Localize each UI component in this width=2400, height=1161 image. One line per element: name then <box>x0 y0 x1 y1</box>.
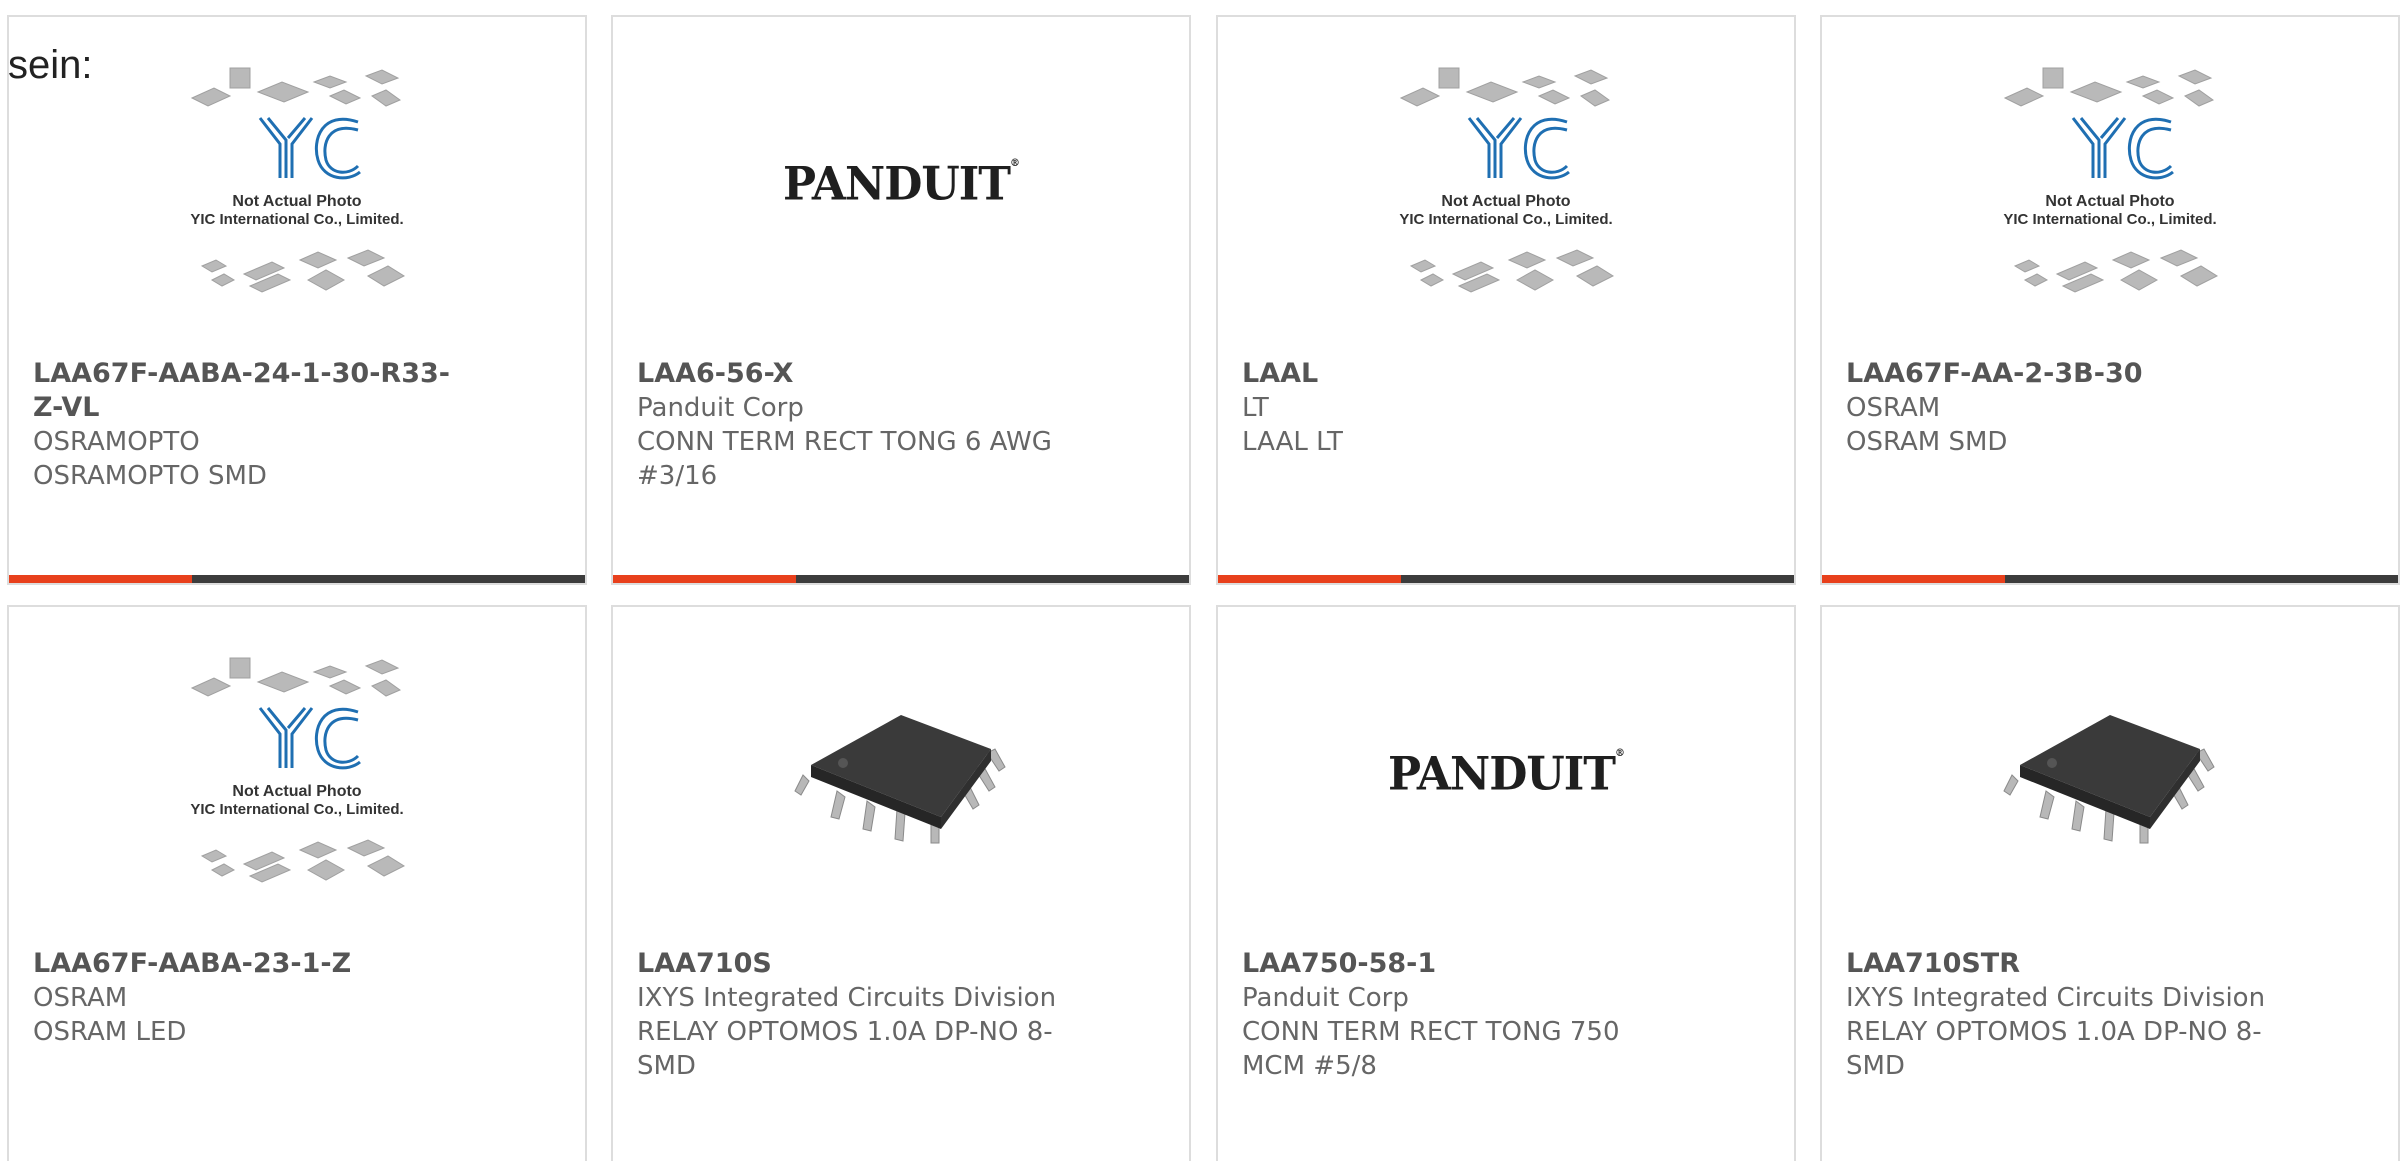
product-part-number[interactable]: LAA67F-AA-2-3B-30 <box>1846 357 2286 391</box>
placeholder-line2: YIC International Co., Limited. <box>2003 211 2216 228</box>
product-manufacturer: OSRAMOPTO <box>33 427 200 457</box>
product-image[interactable] <box>613 607 1189 942</box>
product-description: OSRAMOPTO SMD <box>33 461 267 491</box>
product-card[interactable]: Not Actual Photo YIC International Co., … <box>7 15 587 585</box>
card-bottom-bar <box>1218 575 1794 583</box>
product-manufacturer: OSRAM <box>33 983 128 1013</box>
placeholder-line2: YIC International Co., Limited. <box>1399 211 1612 228</box>
product-card[interactable]: LAA710STR IXYS Integrated Circuits Divisi… <box>1820 605 2400 1161</box>
product-description: OSRAM SMD <box>1846 427 2008 457</box>
product-info: LAA67F-AA-2-3B-30 OSRAM OSRAM SMD <box>1846 357 2286 459</box>
card-bottom-bar <box>1822 575 2398 583</box>
product-card[interactable]: Not Actual Photo YIC International Co., … <box>1820 15 2400 585</box>
product-manufacturer: Panduit Corp <box>1242 983 1409 1013</box>
product-card[interactable]: PANDUIT® LAA750-58-1 Panduit Corp CONN TER… <box>1216 605 1796 1161</box>
product-image[interactable]: PANDUIT® <box>1218 607 1794 942</box>
page-text-fragment: sein: <box>8 43 93 87</box>
product-card[interactable]: Not Actual Photo YIC International Co., … <box>7 605 587 1161</box>
panduit-logo-text: PANDUIT <box>782 157 1011 212</box>
product-part-number[interactable]: LAA710S <box>637 947 1077 981</box>
placeholder-line1: Not Actual Photo <box>2045 193 2174 210</box>
panduit-logo: PANDUIT® <box>1387 747 1625 802</box>
yic-placeholder-image: Not Actual Photo YIC International Co., … <box>1399 67 1615 293</box>
yic-placeholder-image: Not Actual Photo YIC International Co., … <box>190 67 406 293</box>
product-description: RELAY OPTOMOS 1.0A DP-NO 8-SMD <box>1846 1017 2262 1081</box>
product-image[interactable]: Not Actual Photo YIC International Co., … <box>9 607 585 942</box>
product-image[interactable]: Not Actual Photo YIC International Co., … <box>1822 17 2398 352</box>
product-manufacturer: LT <box>1242 393 1269 423</box>
panduit-logo: PANDUIT® <box>782 157 1020 212</box>
placeholder-line1: Not Actual Photo <box>1441 193 1570 210</box>
product-description: RELAY OPTOMOS 1.0A DP-NO 8-SMD <box>637 1017 1053 1081</box>
product-part-number[interactable]: LAA750-58-1 <box>1242 947 1682 981</box>
product-info: LAA67F-AABA-23-1-Z OSRAM OSRAM LED <box>33 947 473 1049</box>
product-description: CONN TERM RECT TONG 750 MCM #5/8 <box>1242 1017 1620 1081</box>
card-bottom-bar <box>9 575 585 583</box>
card-bottom-bar <box>613 575 1189 583</box>
yic-placeholder-image: Not Actual Photo YIC International Co., … <box>2003 67 2219 293</box>
card-bottom-bar-accent <box>1218 575 1401 583</box>
ic-chip-image <box>2003 714 2215 843</box>
product-manufacturer: IXYS Integrated Circuits Division <box>1846 983 2266 1013</box>
yic-placeholder-image: Not Actual Photo YIC International Co., … <box>190 657 406 883</box>
card-bottom-bar-accent <box>1822 575 2005 583</box>
placeholder-line1: Not Actual Photo <box>232 193 361 210</box>
placeholder-line1: Not Actual Photo <box>232 783 361 800</box>
product-manufacturer: OSRAM <box>1846 393 1941 423</box>
product-image[interactable]: Not Actual Photo YIC International Co., … <box>1218 17 1794 352</box>
product-description: LAAL LT <box>1242 427 1343 457</box>
product-info: LAA710STR IXYS Integrated Circuits Divisi… <box>1846 947 2286 1083</box>
product-part-number[interactable]: LAA6-56-X <box>637 357 1077 391</box>
placeholder-line2: YIC International Co., Limited. <box>190 211 403 228</box>
product-description: CONN TERM RECT TONG 6 AWG #3/16 <box>637 427 1052 491</box>
product-card[interactable]: LAA710S IXYS Integrated Circuits Division… <box>611 605 1191 1161</box>
product-card[interactable]: PANDUIT® LAA6-56-X Panduit Corp CONN TERM … <box>611 15 1191 585</box>
product-info: LAA750-58-1 Panduit Corp CONN TERM RECT TO… <box>1242 947 1682 1083</box>
product-manufacturer: IXYS Integrated Circuits Division <box>637 983 1057 1013</box>
product-card[interactable]: Not Actual Photo YIC International Co., … <box>1216 15 1796 585</box>
card-bottom-bar-accent <box>9 575 192 583</box>
placeholder-line2: YIC International Co., Limited. <box>190 801 403 818</box>
product-image[interactable]: PANDUIT® <box>613 17 1189 352</box>
product-info: LAAL LT LAAL LT <box>1242 357 1682 459</box>
product-description: OSRAM LED <box>33 1017 187 1047</box>
product-image[interactable]: Not Actual Photo YIC International Co., … <box>9 17 585 352</box>
product-info: LAA67F-AABA-24-1-30-R33-Z-VL OSRAMOPTO OSR… <box>33 357 473 493</box>
product-info: LAA6-56-X Panduit Corp CONN TERM RECT TONG… <box>637 357 1077 493</box>
product-part-number[interactable]: LAA710STR <box>1846 947 2286 981</box>
product-image[interactable] <box>1822 607 2398 942</box>
ic-chip-image <box>794 714 1006 843</box>
card-bottom-bar-accent <box>613 575 796 583</box>
product-part-number[interactable]: LAA67F-AABA-24-1-30-R33-Z-VL <box>33 357 473 425</box>
product-part-number[interactable]: LAA67F-AABA-23-1-Z <box>33 947 473 981</box>
product-manufacturer: Panduit Corp <box>637 393 804 423</box>
product-part-number[interactable]: LAAL <box>1242 357 1682 391</box>
panduit-logo-text: PANDUIT <box>1387 747 1616 802</box>
product-info: LAA710S IXYS Integrated Circuits Division… <box>637 947 1077 1083</box>
